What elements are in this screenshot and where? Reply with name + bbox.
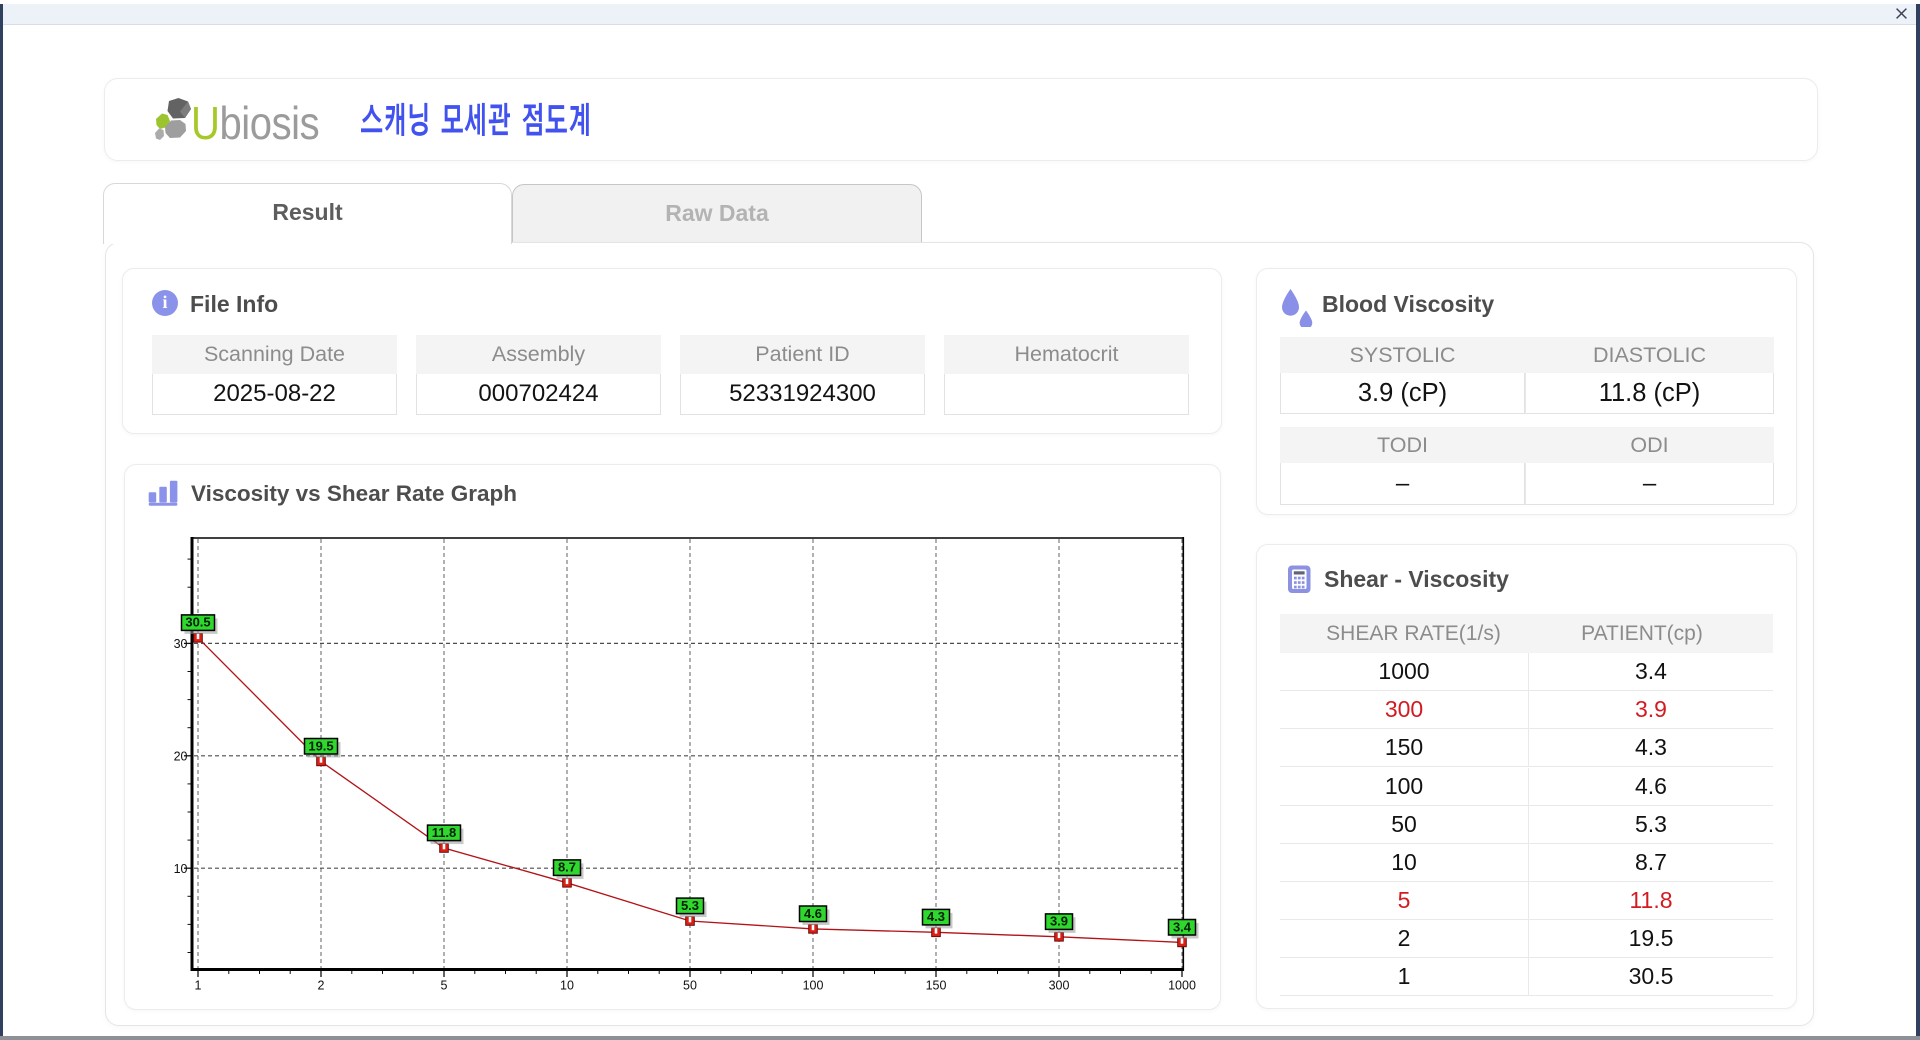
svg-text:30.5: 30.5 — [185, 615, 210, 630]
svg-text:8.7: 8.7 — [558, 860, 576, 875]
svg-text:300: 300 — [1049, 979, 1070, 993]
svg-text:1000: 1000 — [1168, 979, 1196, 993]
svg-text:2: 2 — [318, 979, 325, 993]
svg-text:150: 150 — [926, 979, 947, 993]
svg-text:1: 1 — [195, 979, 202, 993]
svg-text:10: 10 — [560, 979, 574, 993]
svg-text:50: 50 — [683, 979, 697, 993]
svg-text:4.3: 4.3 — [927, 909, 945, 924]
svg-text:5: 5 — [441, 979, 448, 993]
svg-text:3.9: 3.9 — [1050, 914, 1068, 929]
svg-text:30: 30 — [174, 637, 188, 651]
svg-text:20: 20 — [174, 750, 188, 764]
svg-text:10: 10 — [174, 862, 188, 876]
svg-text:3.4: 3.4 — [1173, 919, 1192, 934]
svg-text:4.6: 4.6 — [804, 906, 822, 921]
svg-text:5.3: 5.3 — [681, 898, 699, 913]
svg-text:19.5: 19.5 — [308, 738, 333, 753]
svg-text:100: 100 — [803, 979, 824, 993]
svg-text:11.8: 11.8 — [432, 825, 457, 840]
